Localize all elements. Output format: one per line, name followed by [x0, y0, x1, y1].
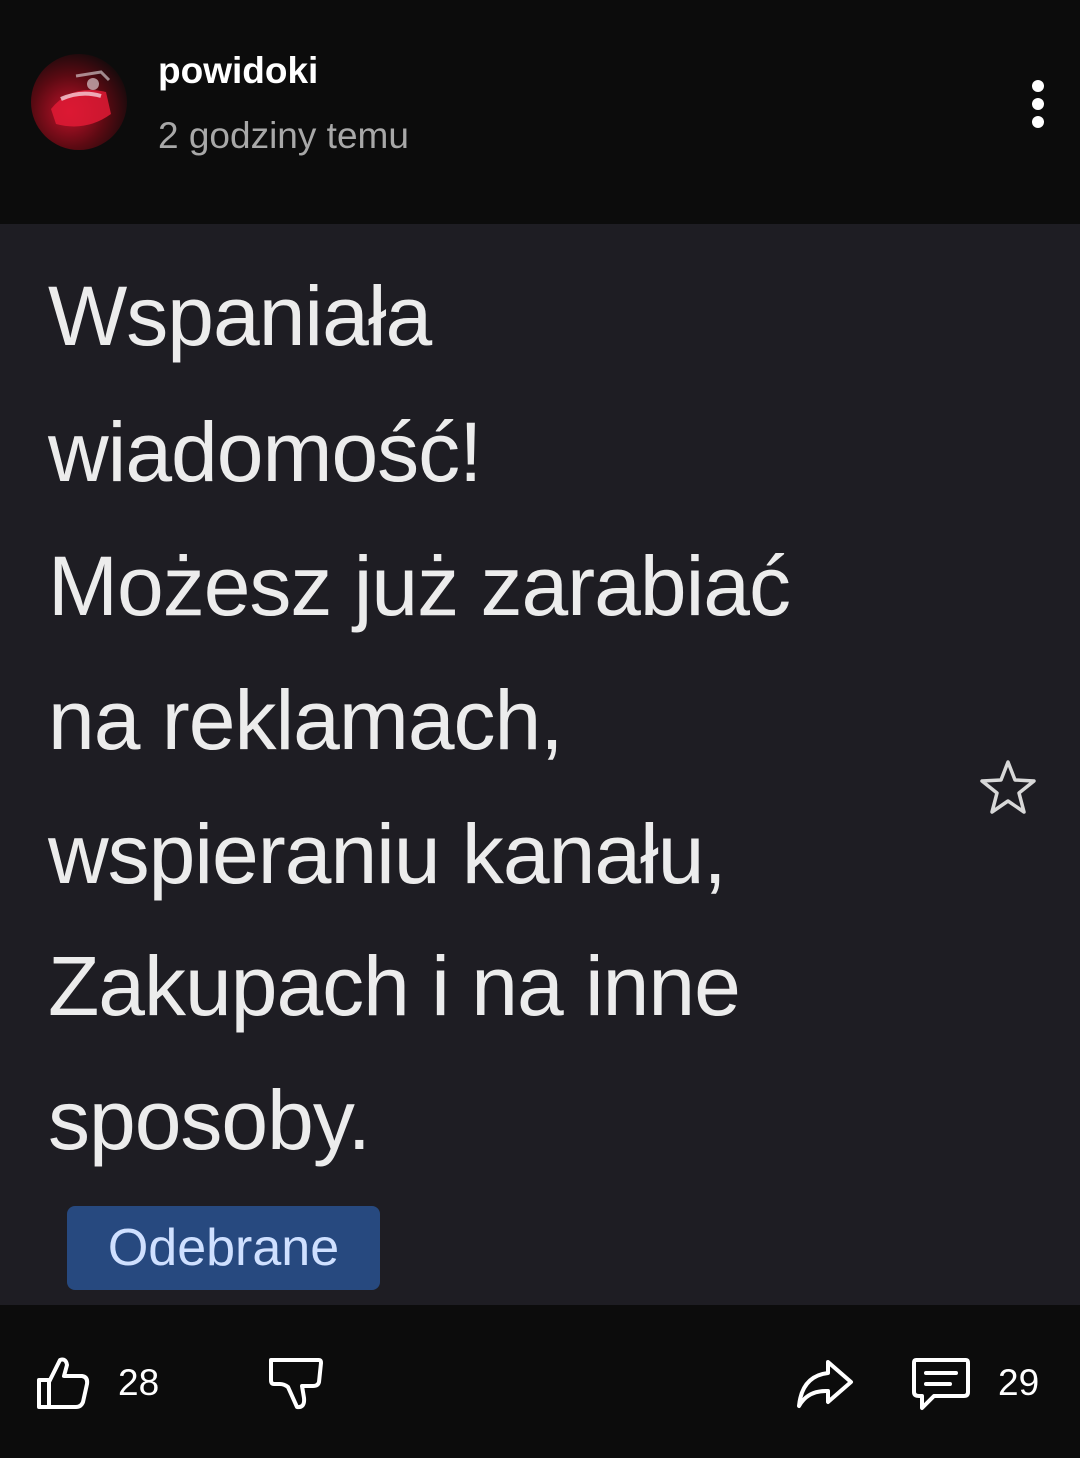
like-count: 28 [118, 1362, 160, 1403]
more-vertical-icon [1032, 80, 1044, 92]
message-line: na reklamach, [48, 673, 564, 767]
thumbs-down-icon [269, 1358, 323, 1410]
post-timestamp: 2 godziny temu [158, 115, 409, 156]
author-name[interactable]: powidoki [158, 50, 318, 92]
dislike-button[interactable] [266, 1351, 324, 1415]
message-line: Możesz już zarabiać [48, 539, 791, 633]
comment-icon [912, 1358, 970, 1410]
comment-count: 29 [998, 1362, 1040, 1403]
like-button[interactable]: 28 [34, 1351, 159, 1415]
message-line: sposoby. [48, 1073, 371, 1167]
share-icon [797, 1360, 853, 1408]
message-line: wspieraniu kanału, [48, 807, 727, 901]
post-header: powidoki 2 godziny temu [0, 0, 1080, 224]
share-button[interactable] [794, 1351, 856, 1415]
message-line: Wspaniała [48, 269, 432, 363]
star-icon [980, 760, 1036, 814]
comments-button[interactable]: 29 [910, 1351, 1039, 1415]
message-line: wiadomość! [48, 405, 483, 499]
more-options-button[interactable] [1012, 74, 1064, 134]
more-vertical-icon-dot [1032, 116, 1044, 128]
message-line: Zakupach i na inne [48, 939, 741, 1033]
received-badge: Odebrane [67, 1206, 380, 1290]
avatar-image [51, 70, 111, 127]
more-vertical-icon-dot [1032, 98, 1044, 110]
author-avatar[interactable] [31, 54, 127, 150]
thumbs-up-icon [37, 1357, 90, 1409]
post-actions-bar: 28 29 [0, 1305, 1080, 1458]
post-image[interactable]: Wspaniała wiadomość! Możesz już zarabiać… [0, 224, 1080, 1305]
